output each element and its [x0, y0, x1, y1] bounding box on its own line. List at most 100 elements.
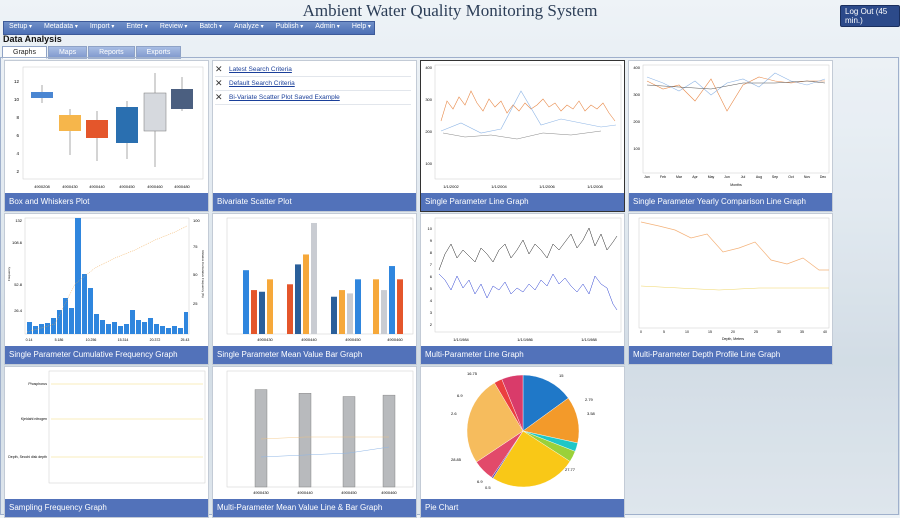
- depth-xtick: 40: [823, 330, 827, 334]
- ml-xlabel: 1/1/1984: [453, 337, 469, 342]
- saved-search-link[interactable]: Bi-Variate Scatter Plot Saved Example: [229, 94, 340, 101]
- mean-line-bar: [298, 393, 312, 488]
- box-4900430: [59, 115, 81, 131]
- ml-ytick: 5: [430, 286, 433, 291]
- yearly-month: Feb: [660, 175, 666, 179]
- line-ytick: 400: [425, 65, 432, 70]
- box-xlabel: 4900480: [174, 184, 190, 189]
- menu-help[interactable]: Help: [347, 22, 378, 34]
- box-4900450: [116, 107, 138, 143]
- yearly-month: Mar: [676, 175, 683, 179]
- yearly-month: May: [708, 175, 715, 179]
- depth-xtick: 10: [685, 330, 689, 334]
- tile-box-whiskers[interactable]: 12 10 8 6 4 2 4900208 4900430 4900440 49…: [4, 60, 209, 212]
- cf-xlabel: 20.372: [150, 338, 161, 342]
- tile-depth-profile[interactable]: 0 5 10 15 20 25 30 35 40 Depth, Meters M…: [628, 213, 833, 365]
- mean-line-bar-chart: 4900430 4900440 4900450 4900460: [226, 370, 414, 495]
- menu-setup[interactable]: Setup: [4, 22, 39, 34]
- tile-mean-line-bar[interactable]: 4900430 4900440 4900450 4900460 Multi-Pa…: [212, 366, 417, 518]
- depth-xtick: 30: [777, 330, 781, 334]
- sf-label: Phosphorus: [28, 382, 47, 386]
- tile-caption: Multi-Parameter Mean Value Line & Bar Gr…: [213, 499, 416, 517]
- mean-bar: [347, 293, 353, 334]
- menu-enter[interactable]: Enter: [121, 22, 154, 34]
- meanbar-xlabel: 4900440: [301, 337, 317, 342]
- pie-label: 0.5: [485, 485, 491, 490]
- menu-publish[interactable]: Publish: [271, 22, 311, 34]
- cf-ytick-right: 100: [193, 218, 200, 223]
- menu-metadata[interactable]: Metadata: [39, 22, 85, 34]
- tile-bivariate-scatter[interactable]: ✕ Latest Search Criteria ✕ Default Searc…: [212, 60, 417, 212]
- ml-ytick: 10: [428, 226, 433, 231]
- mlb-xlabel: 4900460: [381, 490, 397, 495]
- box-4900480: [171, 89, 193, 109]
- section-title: Data Analysis: [3, 34, 62, 44]
- main-menu: Setup Metadata Import Enter Review Batch…: [3, 21, 375, 35]
- yearly-month: Jun: [724, 175, 730, 179]
- remove-icon[interactable]: ✕: [215, 78, 225, 89]
- meanbar-xlabel: 4900430: [257, 337, 273, 342]
- line-ytick: 300: [425, 97, 432, 102]
- box-whiskers-chart: 12 10 8 6 4 2 4900208 4900430 4900440 49…: [14, 66, 204, 189]
- mean-bar: [251, 290, 257, 334]
- box-4900460: [143, 92, 167, 132]
- tile-yearly-comparison[interactable]: 400 300 200 100 Jan Feb Mar Apr May Jun …: [628, 60, 833, 212]
- ml-ytick: 3: [430, 310, 433, 315]
- saved-search-list: ✕ Latest Search Criteria ✕ Default Searc…: [215, 63, 411, 105]
- menu-admin[interactable]: Admin: [310, 22, 347, 34]
- mean-bar: [287, 284, 293, 334]
- mean-bar: [311, 222, 317, 334]
- logout-button[interactable]: Log Out (45 min.): [840, 5, 900, 27]
- cf-ytick-right: 50: [193, 272, 198, 277]
- remove-icon[interactable]: ✕: [215, 92, 225, 103]
- menu-batch[interactable]: Batch: [194, 22, 229, 34]
- box-ytick: 6: [16, 133, 19, 138]
- cf-ytick-left: 26.4: [14, 308, 23, 313]
- menu-review[interactable]: Review: [155, 22, 195, 34]
- tile-single-parameter-line[interactable]: 400 300 200 100 1/1/2002 1/1/2004 1/1/20…: [420, 60, 625, 212]
- saved-search-link[interactable]: Default Search Criteria: [229, 80, 295, 87]
- cf-ytick-left: 132: [15, 218, 22, 223]
- box-4900208: [31, 92, 53, 98]
- depth-xtick: 15: [708, 330, 712, 334]
- yearly-ytick: 100: [633, 146, 640, 151]
- mean-bar: [339, 290, 345, 334]
- cf-xlabel: 15.314: [118, 338, 129, 342]
- mean-bar: [355, 279, 361, 334]
- tile-sampling-frequency[interactable]: Phosphorus Kjeldahl nitrogen Depth, Secc…: [4, 366, 209, 518]
- tile-mean-value-bar[interactable]: 4900430 4900440 4900450 4900460 Single P…: [212, 213, 417, 365]
- box-ytick: 12: [14, 79, 20, 84]
- yearly-xlabel: Months: [730, 183, 742, 187]
- box-ytick: 4: [16, 151, 19, 156]
- mean-line-bar: [342, 396, 356, 488]
- mean-bar: [243, 270, 249, 334]
- box-4900440: [86, 120, 108, 138]
- saved-search-row: ✕ Bi-Variate Scatter Plot Saved Example: [215, 91, 411, 105]
- pie-label: 2.6: [451, 411, 457, 416]
- tile-caption: Multi-Parameter Line Graph: [421, 346, 624, 364]
- mean-bar: [267, 279, 273, 334]
- tile-caption: Single Parameter Yearly Comparison Line …: [629, 193, 832, 211]
- yearly-comparison-chart: 400 300 200 100 Jan Feb Mar Apr May Jun …: [633, 64, 830, 187]
- box-xlabel: 4900208: [34, 184, 50, 189]
- ml-ytick: 6: [430, 274, 433, 279]
- saved-search-link[interactable]: Latest Search Criteria: [229, 66, 292, 73]
- cumulative-frequency-chart: 132 108.6 52.8 26.4 100 75 50 25 Frequen…: [7, 217, 205, 342]
- remove-icon[interactable]: ✕: [215, 64, 225, 75]
- tile-caption: Sampling Frequency Graph: [5, 499, 208, 517]
- line-xlabel: 1/1/2004: [491, 184, 507, 189]
- mean-bar: [331, 296, 337, 334]
- ml-xlabel: 1/1/1986: [517, 337, 533, 342]
- tile-cumulative-frequency[interactable]: 132 108.6 52.8 26.4 100 75 50 25 Frequen…: [4, 213, 209, 365]
- depth-xlabel: Depth, Meters: [722, 337, 744, 341]
- pie-label: 2.79: [585, 397, 594, 402]
- line-ytick: 200: [425, 129, 432, 134]
- cf-ytick-left: 108.6: [12, 240, 23, 245]
- menu-analyze[interactable]: Analyze: [229, 22, 271, 34]
- depth-xtick: 35: [800, 330, 804, 334]
- mlb-xlabel: 4900430: [253, 490, 269, 495]
- tile-pie-chart[interactable]: 16.75 15 2.79 3.58 6.9 2.6 28.85 27.77 6…: [420, 366, 625, 518]
- tile-multi-parameter-line[interactable]: 10 9 8 7 6 5 4 3 2 1/1/1984 1/1/1986 1/1…: [420, 213, 625, 365]
- mean-value-bar-chart: 4900430 4900440 4900450 4900460: [226, 217, 414, 342]
- menu-import[interactable]: Import: [85, 22, 122, 34]
